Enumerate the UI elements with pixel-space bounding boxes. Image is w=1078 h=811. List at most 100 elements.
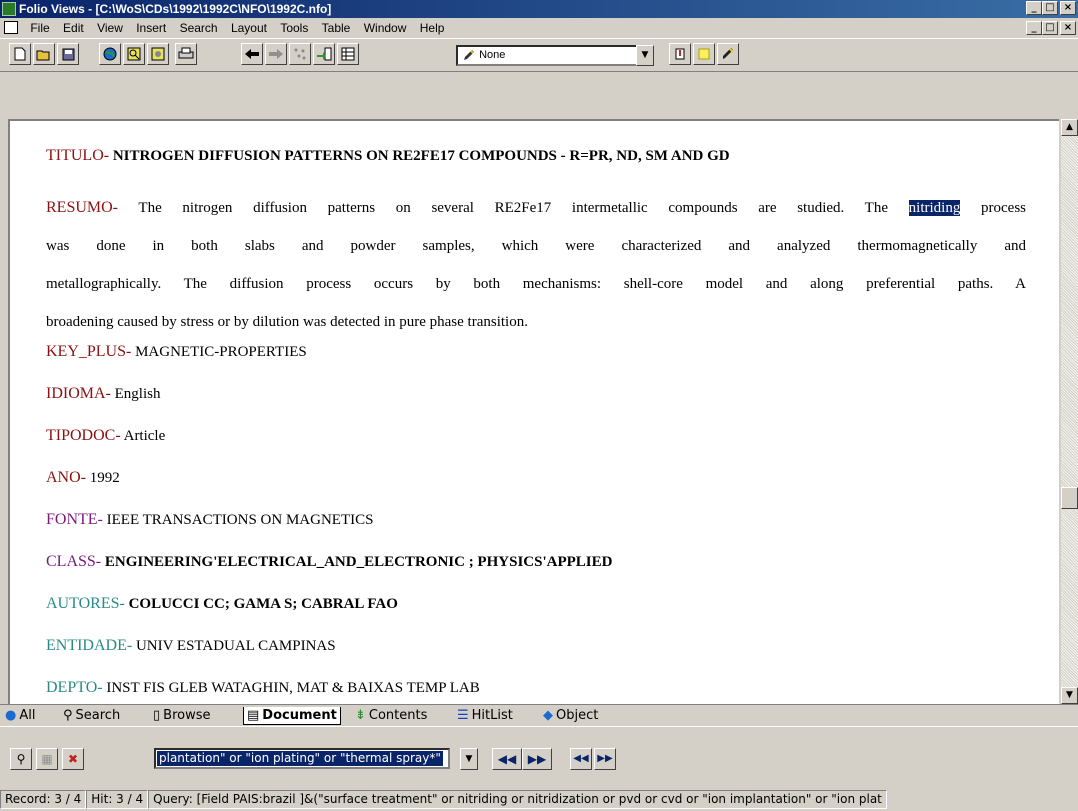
- field-depto: DEPTO- INST FIS GLEB WATAGHIN, MAT & BAI…: [46, 679, 480, 697]
- tab-browse-label: Browse: [163, 708, 211, 723]
- save-icon[interactable]: [57, 43, 79, 65]
- field-label-idioma: IDIOMA-: [46, 385, 111, 402]
- field-label-class: CLASS-: [46, 553, 102, 570]
- field-value-keyplus: MAGNETIC-PROPERTIES: [135, 344, 307, 360]
- menu-file[interactable]: File: [25, 18, 54, 38]
- query-input-text: plantation" or "ion plating" or "thermal…: [157, 751, 443, 766]
- field-label-tipodoc: TIPODOC-: [46, 427, 121, 444]
- resumo-line-4: broadening caused by stress or by diluti…: [46, 314, 528, 330]
- tab-search[interactable]: ⚲ Search: [60, 707, 123, 725]
- status-bar: Record: 3 / 4 Hit: 3 / 4 Query: [Field PAI…: [0, 788, 1078, 811]
- resumo-line-3: metallographically. The diffusion proces…: [46, 276, 1026, 292]
- new-icon[interactable]: [9, 43, 31, 65]
- menu-window[interactable]: Window: [359, 18, 412, 38]
- menu-table[interactable]: Table: [317, 18, 356, 38]
- book-icon: ▯: [153, 708, 161, 723]
- tab-document[interactable]: ▤ Document: [243, 707, 341, 725]
- next-hit-button[interactable]: ▶▶: [522, 748, 552, 770]
- query-bar: ⚲ ▦ ✖ plantation" or "ion plating" or "t…: [0, 726, 1078, 787]
- highlighter-select[interactable]: None: [456, 45, 654, 66]
- field-label-keyplus: KEY_PLUS-: [46, 343, 132, 360]
- vertical-scrollbar[interactable]: ▲ ▼: [1061, 119, 1078, 704]
- tab-contents[interactable]: ⇟ Contents: [352, 707, 430, 725]
- document-icon[interactable]: [4, 21, 18, 34]
- field-value-depto: INST FIS GLEB WATAGHIN, MAT & BAIXAS TEM…: [106, 680, 480, 696]
- marker-icon[interactable]: [717, 43, 739, 65]
- scatter-icon[interactable]: [289, 43, 311, 65]
- back-icon[interactable]: [241, 43, 263, 65]
- contents-icon: ⇟: [355, 708, 366, 723]
- field-value-fonte: IEEE TRANSACTIONS ON MAGNETICS: [106, 512, 374, 528]
- doc-maximize-button[interactable]: □: [1042, 21, 1058, 35]
- document-pane[interactable]: TITULO- NITROGEN DIFFUSION PATTERNS ON R…: [8, 119, 1059, 704]
- tag-icon[interactable]: [669, 43, 691, 65]
- query-input[interactable]: plantation" or "ion plating" or "thermal…: [154, 748, 450, 769]
- globe-icon[interactable]: [99, 43, 121, 65]
- field-idioma: IDIOMA- English: [46, 385, 160, 403]
- find-icon[interactable]: [123, 43, 145, 65]
- menu-edit[interactable]: Edit: [58, 18, 89, 38]
- search-hit-highlight[interactable]: nitriding: [908, 200, 961, 216]
- next-record-button[interactable]: ▶▶: [594, 748, 616, 770]
- menu-tools[interactable]: Tools: [275, 18, 313, 38]
- open-icon[interactable]: [33, 43, 55, 65]
- menu-insert[interactable]: Insert: [131, 18, 171, 38]
- tab-hitlist[interactable]: ☰ HitList: [454, 707, 516, 725]
- status-record: Record: 3 / 4: [0, 790, 87, 809]
- toolbar: None ▼: [0, 38, 1078, 72]
- tab-search-label: Search: [75, 708, 121, 723]
- tab-object[interactable]: ◆ Object: [540, 707, 601, 725]
- scroll-thumb[interactable]: [1061, 487, 1078, 509]
- field-label-autores: AUTORES-: [46, 595, 125, 612]
- minimize-button[interactable]: _: [1026, 1, 1042, 15]
- toolbar-gap: [0, 72, 1078, 119]
- field-value-titulo: NITROGEN DIFFUSION PATTERNS ON RE2FE17 C…: [112, 148, 730, 164]
- tab-all[interactable]: ● All: [2, 707, 38, 725]
- highlighter-value: None: [479, 49, 506, 61]
- previous-record-button[interactable]: ◀◀: [570, 748, 592, 770]
- field-value-tipodoc: Article: [123, 428, 166, 444]
- note-icon[interactable]: [693, 43, 715, 65]
- highlighter-dropdown-button[interactable]: ▼: [636, 45, 654, 66]
- maximize-button[interactable]: □: [1042, 1, 1058, 15]
- view-tabs: ● All ⚲ Search ▯ Browse ▤ Document ⇟ Contents…: [0, 704, 1078, 727]
- field-tipodoc: TIPODOC- Article: [46, 427, 165, 445]
- menu-help[interactable]: Help: [415, 18, 450, 38]
- clear-search-button[interactable]: ✖: [62, 748, 84, 770]
- tab-browse[interactable]: ▯ Browse: [150, 707, 214, 725]
- forward-icon[interactable]: [265, 43, 287, 65]
- field-class: CLASS- ENGINEERING'ELECTRICAL_AND_ELECTR…: [46, 553, 612, 571]
- binoculars-search-button[interactable]: ⚲: [10, 748, 32, 770]
- close-button[interactable]: ×: [1060, 1, 1076, 15]
- menu-bar: File Edit View Insert Search Layout Tool…: [0, 18, 1078, 38]
- menu-search[interactable]: Search: [175, 18, 223, 38]
- list-icon: ☰: [457, 708, 469, 723]
- field-autores: AUTORES- COLUCCI CC; GAMA S; CABRAL FAO: [46, 595, 398, 613]
- status-hit: Hit: 3 / 4: [86, 790, 149, 809]
- status-query: Query: [Field PAIS:brazil ]&("surface tr…: [148, 790, 887, 809]
- binoculars-icon: ⚲: [63, 708, 73, 723]
- previous-hit-button[interactable]: ◀◀: [492, 748, 522, 770]
- query-template-button[interactable]: ▦: [36, 748, 58, 770]
- field-resumo: RESUMO- The nitrogen diffusion patterns …: [46, 189, 1026, 341]
- scroll-up-button[interactable]: ▲: [1061, 119, 1078, 136]
- query-icon[interactable]: [147, 43, 169, 65]
- print-icon[interactable]: [175, 43, 197, 65]
- grid-icon[interactable]: [337, 43, 359, 65]
- doc-close-button[interactable]: ×: [1060, 21, 1076, 35]
- field-value-class: ENGINEERING'ELECTRICAL_AND_ELECTRONIC ; …: [104, 554, 613, 570]
- resumo-text-1b: process: [981, 200, 1027, 216]
- window-title: Folio Views - [C:\WoS\CDs\1992\1992C\NFO…: [19, 2, 332, 16]
- jump-icon[interactable]: [313, 43, 335, 65]
- menu-view[interactable]: View: [92, 18, 128, 38]
- menu-layout[interactable]: Layout: [226, 18, 272, 38]
- field-keyplus: KEY_PLUS- MAGNETIC-PROPERTIES: [46, 343, 307, 361]
- field-label-fonte: FONTE-: [46, 511, 103, 528]
- scroll-down-button[interactable]: ▼: [1061, 687, 1078, 704]
- query-dropdown-button[interactable]: ▼: [460, 748, 478, 770]
- doc-minimize-button[interactable]: _: [1026, 21, 1042, 35]
- resumo-line-2: was done in both slabs and powder sample…: [46, 238, 1026, 254]
- page-icon: ▤: [247, 708, 260, 723]
- folio-app-icon[interactable]: [2, 2, 16, 16]
- field-label-resumo: RESUMO-: [46, 199, 119, 216]
